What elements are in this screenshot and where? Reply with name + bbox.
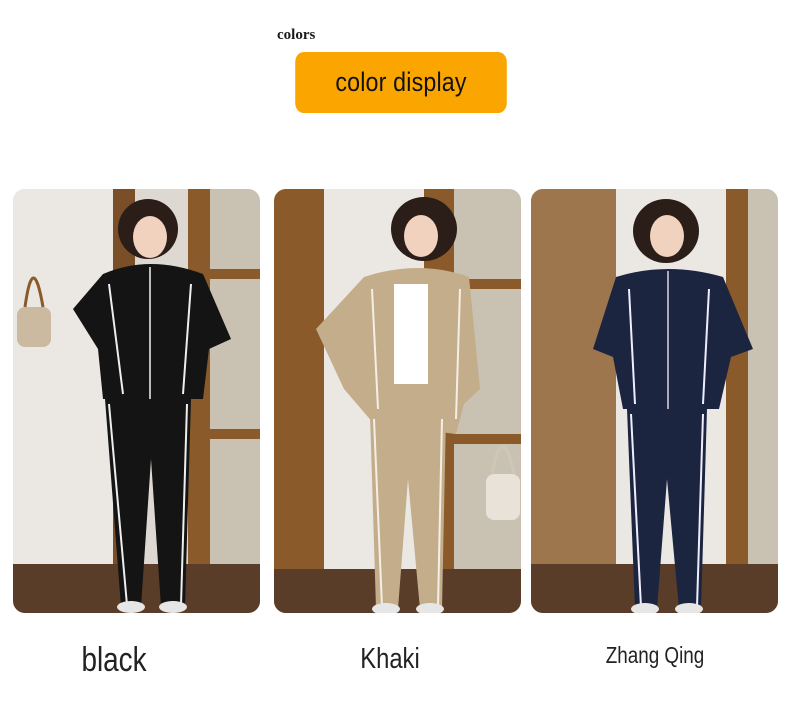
product-photo-khaki[interactable]: [274, 189, 521, 613]
photo-navy-illustration: [531, 189, 778, 613]
photo-khaki-illustration: [274, 189, 521, 613]
photo-black-illustration: [13, 189, 260, 613]
caption-khaki: Khaki: [360, 643, 420, 675]
color-display-banner: color display: [295, 52, 507, 113]
caption-navy: Zhang Qing: [605, 642, 705, 668]
product-photo-navy[interactable]: [531, 189, 778, 613]
product-photo-black[interactable]: [13, 189, 260, 613]
section-label: colors: [277, 27, 316, 43]
caption-black: black: [81, 641, 147, 679]
